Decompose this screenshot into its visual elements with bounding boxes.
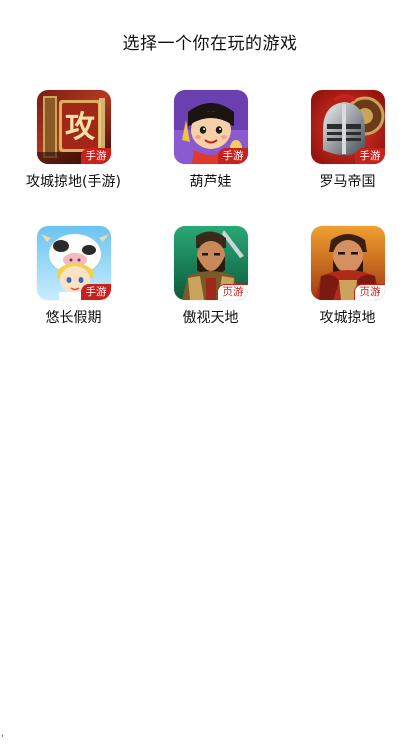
game-grid: 攻 手游 攻城掠地(手游) 手游 葫芦娃 手游 罗马帝国 手游 悠长假期 页游 … bbox=[0, 90, 420, 327]
warrior-general-icon: 页游 bbox=[173, 226, 248, 300]
bearded-general-icon: 页游 bbox=[310, 226, 385, 300]
game-item-roman-empire[interactable]: 手游 罗马帝国 bbox=[279, 90, 416, 191]
game-item-siege-web[interactable]: 页游 攻城掠地 bbox=[279, 226, 416, 327]
game-item-siege-mobile[interactable]: 攻 手游 攻城掠地(手游) bbox=[5, 90, 142, 191]
badge-web-game: 页游 bbox=[216, 284, 248, 300]
badge-web-game: 页游 bbox=[353, 284, 385, 300]
badge-mobile-game: 手游 bbox=[217, 148, 248, 164]
game-name: 攻城掠地(手游) bbox=[26, 174, 121, 190]
game-name: 葫芦娃 bbox=[189, 174, 232, 190]
corner-mark: ' bbox=[1, 734, 4, 744]
game-name: 傲视天地 bbox=[182, 310, 239, 326]
badge-mobile-game: 手游 bbox=[354, 148, 385, 164]
calabash-brothers-icon: 手游 bbox=[173, 90, 248, 164]
game-name: 攻城掠地 bbox=[319, 310, 376, 326]
page-title: 选择一个你在玩的游戏 bbox=[122, 34, 298, 54]
roman-knight-helmet-icon: 手游 bbox=[310, 90, 385, 164]
cow-girl-icon: 手游 bbox=[36, 226, 111, 300]
game-name: 悠长假期 bbox=[45, 310, 102, 326]
badge-mobile-game: 手游 bbox=[80, 148, 111, 164]
game-item-long-vacation[interactable]: 手游 悠长假期 bbox=[5, 226, 142, 327]
game-select-page: 选择一个你在玩的游戏 攻 手游 攻城掠地(手游) 手游 葫芦娃 手游 罗马帝国 … bbox=[0, 0, 420, 746]
svg-text:攻: 攻 bbox=[65, 110, 96, 145]
badge-mobile-game: 手游 bbox=[80, 284, 111, 300]
siege-mobile-icon: 攻 手游 bbox=[36, 90, 111, 164]
game-item-proud-world[interactable]: 页游 傲视天地 bbox=[142, 226, 279, 327]
game-name: 罗马帝国 bbox=[319, 174, 376, 190]
game-item-calabash-brothers[interactable]: 手游 葫芦娃 bbox=[142, 90, 279, 191]
